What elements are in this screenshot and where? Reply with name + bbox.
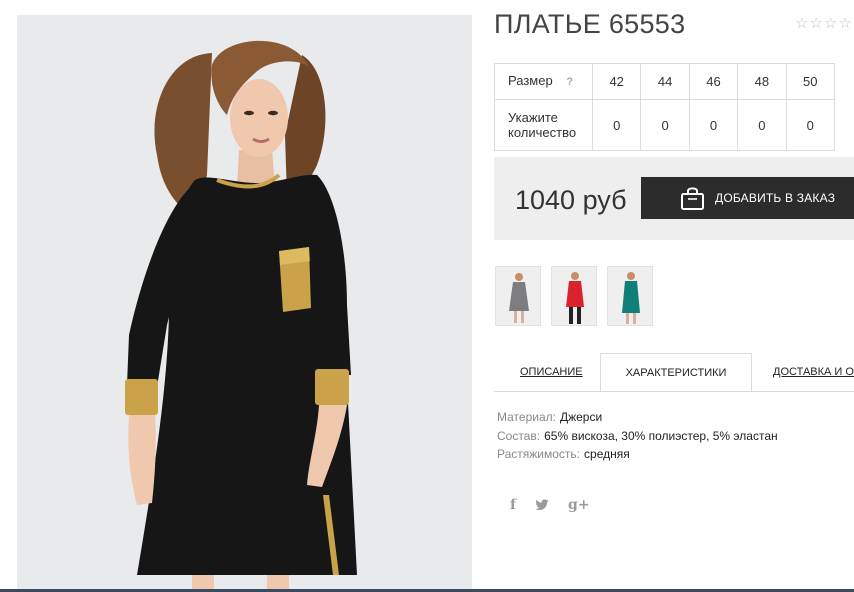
google-plus-icon[interactable]: g+ xyxy=(568,497,590,513)
characteristics-list: Материал: Джерси Состав: 65% вискоза, 30% … xyxy=(497,408,778,464)
tab-description[interactable]: ОПИСАНИЕ xyxy=(520,353,583,391)
quantity-input[interactable]: 0 xyxy=(640,99,690,151)
star-icon[interactable]: ☆ xyxy=(838,16,851,31)
thumbnail-teal-dress[interactable] xyxy=(607,266,653,326)
quantity-label-line2: количество xyxy=(508,125,577,140)
tab-delivery-payment[interactable]: ДОСТАВКА И ОПЛАТА xyxy=(773,353,854,391)
teal-dress-thumbnail-image xyxy=(608,267,652,325)
twitter-bird-icon[interactable] xyxy=(535,499,549,511)
quantity-label-cell: Укажите количество xyxy=(494,99,593,151)
size-option: 48 xyxy=(737,63,787,100)
product-main-photo[interactable] xyxy=(17,15,472,592)
thumbnail-red-dress[interactable] xyxy=(551,266,597,326)
price: 1040 руб xyxy=(515,185,627,215)
spec-composition: Состав: 65% вискоза, 30% полиэстер, 5% эл… xyxy=(497,427,778,446)
quantity-input[interactable]: 0 xyxy=(688,99,739,151)
star-icon[interactable]: ☆ xyxy=(809,16,822,31)
add-to-order-button[interactable]: ДОБАВИТЬ В ЗАКАЗ xyxy=(641,177,854,219)
size-label-cell: Размер ? xyxy=(494,63,593,100)
product-title: ПЛАТЬЕ 65553 xyxy=(494,9,686,39)
model-in-black-dress-illustration xyxy=(125,40,357,592)
size-option: 50 xyxy=(785,63,836,100)
tab-characteristics-label: ХАРАКТЕРИСТИКИ xyxy=(625,367,727,379)
spec-value: Джерси xyxy=(559,410,603,424)
size-quantity-table: Размер ? 42 44 46 48 50 Укажите количест… xyxy=(494,63,836,151)
spec-key: Материал: xyxy=(497,410,556,424)
shopping-bag-icon xyxy=(681,187,704,210)
size-option: 44 xyxy=(640,63,690,100)
tab-description-label: ОПИСАНИЕ xyxy=(520,366,583,378)
size-label: Размер xyxy=(508,73,553,88)
facebook-icon[interactable]: f xyxy=(510,497,516,513)
rating-stars[interactable]: ☆ ☆ ☆ ☆ ☆ xyxy=(795,16,854,31)
social-share: f g+ xyxy=(510,497,590,513)
spec-value: 65% вискоза, 30% полиэстер, 5% эластан xyxy=(544,428,778,443)
spec-value: средняя xyxy=(584,447,630,461)
star-icon[interactable]: ☆ xyxy=(795,16,808,31)
star-icon[interactable]: ☆ xyxy=(824,16,837,31)
spec-key: Состав: xyxy=(497,428,541,443)
thumbnail-grey-dress[interactable] xyxy=(495,266,541,326)
quantity-input[interactable]: 0 xyxy=(591,99,642,151)
spec-key: Растяжимость: xyxy=(497,447,581,461)
quantity-row: Укажите количество 0 0 0 0 0 xyxy=(494,99,836,151)
size-option: 46 xyxy=(688,63,739,100)
size-row: Размер ? 42 44 46 48 50 xyxy=(494,63,836,100)
size-help-icon[interactable]: ? xyxy=(566,76,573,88)
color-thumbnails xyxy=(495,266,653,326)
grey-dress-thumbnail-image xyxy=(496,267,540,325)
spec-stretch: Растяжимость: средняя xyxy=(497,445,778,464)
quantity-input[interactable]: 0 xyxy=(785,99,836,151)
spec-material: Материал: Джерси xyxy=(497,408,778,427)
quantity-label-line1: Укажите xyxy=(508,110,558,125)
price-box: 1040 руб ДОБАВИТЬ В ЗАКАЗ xyxy=(494,157,854,240)
red-dress-thumbnail-image xyxy=(552,267,596,325)
add-to-order-label: ДОБАВИТЬ В ЗАКАЗ xyxy=(715,191,836,205)
product-tabs: ОПИСАНИЕ ХАРАКТЕРИСТИКИ ДОСТАВКА И ОПЛАТ… xyxy=(494,353,854,392)
tab-characteristics[interactable]: ХАРАКТЕРИСТИКИ xyxy=(600,353,752,391)
quantity-input[interactable]: 0 xyxy=(737,99,787,151)
tab-delivery-payment-label: ДОСТАВКА И ОПЛАТА xyxy=(773,366,854,378)
size-option: 42 xyxy=(591,63,642,100)
